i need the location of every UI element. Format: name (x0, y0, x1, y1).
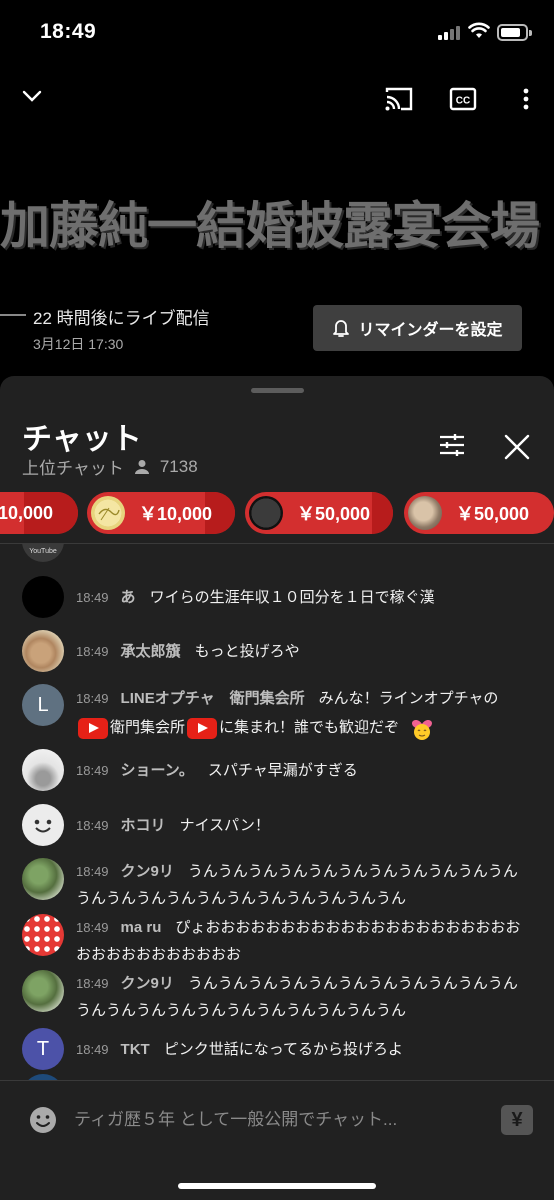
superchat-icon[interactable]: ¥ (501, 1105, 533, 1135)
chat-message[interactable]: 18:49 ma ru ぴょおおおおおおおおおおおおおおおおおおおおおおおおおおおお… (0, 914, 554, 970)
avatar (22, 970, 64, 1012)
message-text: みんな！ラインオプチャの (318, 690, 499, 707)
drag-handle[interactable] (251, 388, 304, 393)
youtube-icon (78, 717, 108, 739)
video-player[interactable]: CC 加藤純一結婚披露宴会場 22 時間後にライブ配信 3月12日 17:30 … (0, 68, 554, 380)
chat-mode-label: 上位チャット (22, 459, 124, 478)
message-author: 承太郎籏 (120, 643, 181, 660)
avatar (22, 804, 64, 846)
signal-icon (438, 26, 460, 40)
superchat-amount: ￥10,000 (139, 504, 213, 524)
message-text: に集まれ！誰でも歓迎だぞ (219, 719, 400, 736)
avatar (22, 749, 64, 791)
avatar-letter: L (37, 693, 49, 716)
filter-icon[interactable] (436, 430, 468, 460)
person-icon (134, 459, 149, 474)
live-schedule-text: 22 時間後にライブ配信 (33, 309, 210, 328)
emoji-icon[interactable] (28, 1105, 58, 1135)
chat-title: チャット (22, 423, 142, 456)
superchat-amount: ￥50,000 (456, 504, 530, 524)
more-vert-icon[interactable] (516, 84, 536, 114)
avatar (249, 496, 283, 530)
chat-message[interactable]: 18:49 クン9リ うんうんうんうんうんうんうんうんうんうんうんうんうんうんうんう… (0, 858, 554, 914)
superchat-amount: ￥50,000 (297, 504, 371, 524)
avatar-letter: T (36, 1037, 50, 1060)
home-indicator[interactable] (178, 1183, 376, 1189)
chat-panel: チャット 上位チャット 7138 10,000 ￥10,000 ￥50,000 … (0, 376, 554, 1200)
chat-message[interactable]: 18:49 ホコリ ナイスパン！ (0, 804, 554, 848)
avatar: YouTube (22, 544, 64, 562)
chat-mode-selector[interactable]: 上位チャット 7138 (22, 454, 198, 479)
message-text: もっと投げろや (194, 643, 300, 660)
avatar (22, 858, 64, 900)
battery-icon (497, 24, 532, 41)
viewer-count: 7138 (159, 456, 198, 476)
chat-message-list[interactable]: YouTube 18:49 あワイらの生涯年収１０回分を１日で稼ぐ漢 18:49 承… (0, 544, 554, 1080)
avatar (22, 576, 64, 618)
message-author: ホコリ (120, 817, 166, 834)
youtube-icon (187, 717, 218, 739)
close-icon[interactable] (500, 430, 534, 464)
message-text: ワイらの生涯年収１０回分を１日で稼ぐ漢 (149, 589, 435, 606)
chat-message[interactable]: L 18:49 LINEオプチャ 衛門集会所 みんな！ラインオプチャの 衛門集会所 に… (0, 684, 554, 744)
message-text: ナイスパン！ (179, 817, 270, 834)
superchat-symbol: ¥ (511, 1108, 523, 1131)
message-time: 18:49 (76, 644, 109, 659)
message-time: 18:49 (76, 976, 109, 991)
message-time: 18:49 (76, 864, 109, 879)
chevron-down-icon[interactable] (18, 82, 46, 110)
avatar (91, 496, 125, 530)
youtube-label: YouTube (29, 548, 57, 555)
bell-icon (333, 320, 350, 337)
message-author: ma ru (120, 919, 162, 936)
message-author: ショーン。 (120, 762, 194, 779)
chat-message[interactable]: 18:49 クン9リ うんうんうんうんうんうんうんうんうんうんうんうんうんうんうんう… (0, 970, 554, 1026)
superchat-chip[interactable]: ￥10,000 (87, 492, 235, 534)
svg-text:CC: CC (456, 96, 470, 107)
message-time: 18:49 (76, 1042, 109, 1057)
avatar: L (22, 684, 64, 726)
live-schedule-date: 3月12日 17:30 (33, 336, 124, 352)
status-bar: 18:49 (0, 0, 554, 68)
heart-face-icon (412, 719, 433, 741)
chat-message[interactable]: 18:49 承太郎籏 もっと投げろや (0, 630, 554, 674)
cast-icon[interactable] (382, 84, 416, 114)
message-author: クン9リ (120, 975, 174, 992)
message-text: スパチャ早漏がすぎる (207, 762, 358, 779)
progress-dash (0, 314, 26, 316)
status-time: 18:49 (40, 20, 97, 43)
superchat-chip[interactable]: ￥50,000 (245, 492, 393, 534)
avatar (408, 496, 442, 530)
message-author: クン9リ (120, 863, 174, 880)
set-reminder-label: リマインダーを設定 (358, 322, 503, 339)
message-time: 18:49 (76, 691, 109, 706)
avatar (22, 914, 64, 956)
message-author: TKT (120, 1041, 150, 1058)
cc-icon[interactable]: CC (448, 84, 478, 114)
chat-message[interactable]: 18:49 ショーン。 スパチャ早漏がすぎる (0, 749, 554, 793)
superchat-amount: 10,000 (0, 502, 54, 523)
message-time: 18:49 (76, 818, 109, 833)
video-title-banner: 加藤純一結婚披露宴会場 (0, 197, 540, 255)
message-text: ピンク世話になってるから投げろよ (163, 1041, 403, 1058)
message-time: 18:49 (76, 763, 109, 778)
chat-message[interactable]: 18:49 あワイらの生涯年収１０回分を１日で稼ぐ漢 (0, 576, 554, 620)
chat-message-partial: YouTube (0, 544, 554, 562)
avatar: T (22, 1028, 64, 1070)
superchat-chip[interactable]: 10,000 (0, 492, 78, 534)
chat-message-input[interactable] (74, 1103, 474, 1137)
superchat-ticker[interactable]: 10,000 ￥10,000 ￥50,000 ￥50,000 (0, 490, 554, 540)
wifi-icon (468, 22, 490, 38)
message-author: LINEオプチャ 衛門集会所 (120, 690, 305, 707)
set-reminder-button[interactable]: リマインダーを設定 (313, 305, 522, 351)
message-author: あ (120, 589, 136, 606)
message-text: 衛門集会所 (110, 719, 186, 736)
message-time: 18:49 (76, 590, 109, 605)
avatar (22, 630, 64, 672)
chat-message[interactable]: T 18:49 TKT ピンク世話になってるから投げろよ (0, 1028, 554, 1072)
message-time: 18:49 (76, 920, 109, 935)
superchat-chip[interactable]: ￥50,000 (404, 492, 554, 534)
